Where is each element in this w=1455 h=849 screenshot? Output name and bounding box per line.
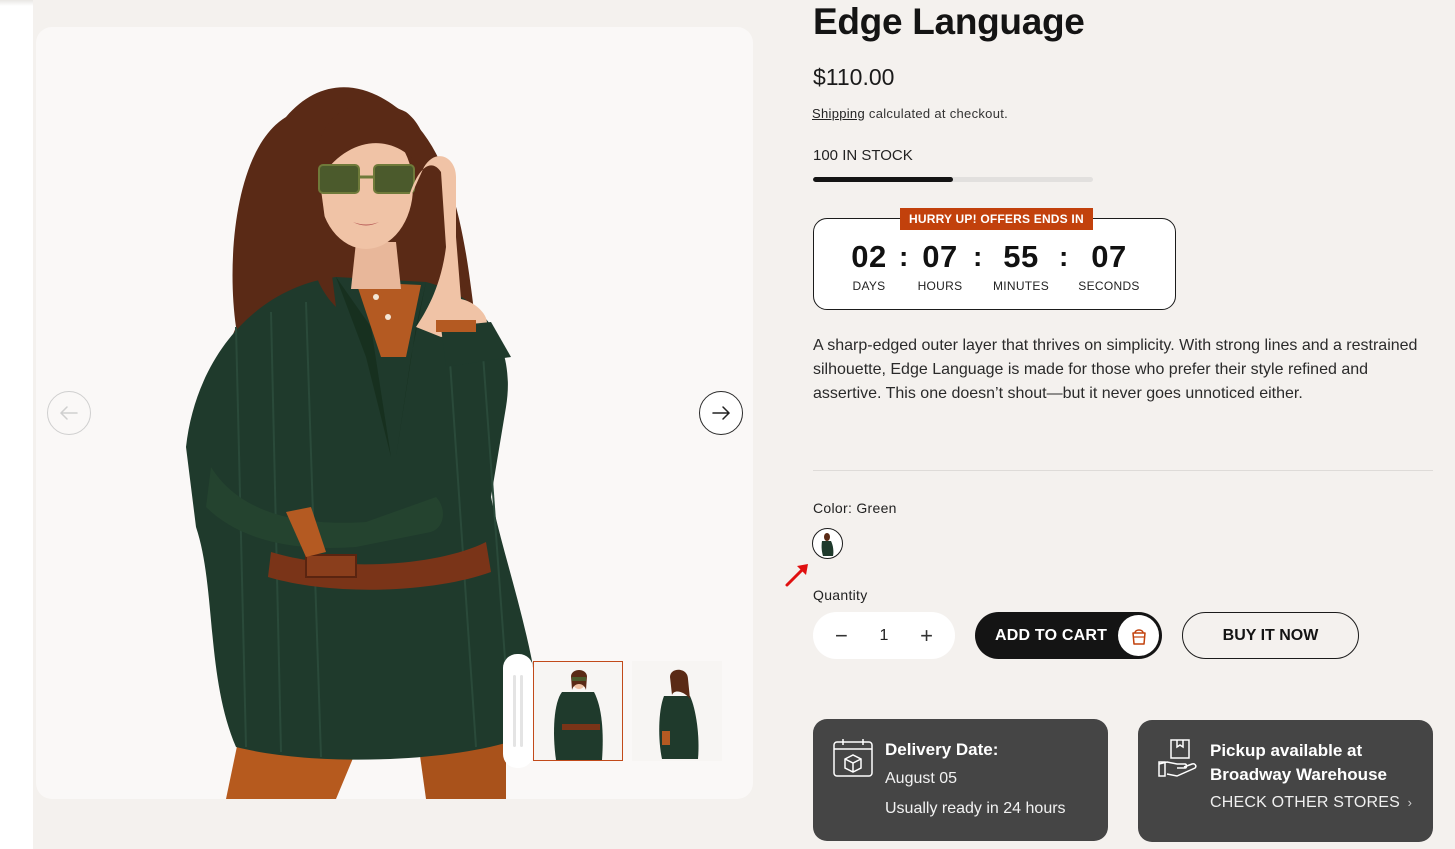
quantity-value[interactable]: 1 bbox=[880, 627, 889, 645]
cart-icon-circle bbox=[1118, 615, 1159, 656]
thumbnail-strip bbox=[503, 654, 722, 768]
check-other-stores-label: CHECK OTHER STORES bbox=[1210, 794, 1400, 811]
quantity-decrease-button[interactable]: − bbox=[835, 624, 848, 646]
product-description: A sharp-edged outer layer that thrives o… bbox=[813, 337, 1418, 402]
countdown-banner: HURRY UP! OFFERS ENDS IN bbox=[900, 208, 1093, 230]
pickup-title: Pickup available at Broadway Warehouse bbox=[1210, 741, 1387, 784]
delivery-note: Usually ready in 24 hours bbox=[885, 800, 1066, 817]
pickup-info-card: Pickup available at Broadway Warehouse C… bbox=[1138, 720, 1433, 842]
countdown-hours-label: HOURS bbox=[917, 279, 963, 293]
stock-progress-fill bbox=[813, 177, 953, 182]
arrow-right-icon bbox=[712, 406, 731, 420]
countdown-days-label: DAYS bbox=[852, 279, 886, 293]
countdown-separator: : bbox=[1059, 241, 1069, 272]
shipping-link[interactable]: Shipping bbox=[812, 106, 865, 121]
shipping-text: calculated at checkout. bbox=[865, 106, 1009, 121]
swatch-image bbox=[815, 531, 840, 556]
countdown-minutes-value: 55 bbox=[1003, 239, 1039, 274]
product-gallery bbox=[36, 27, 753, 799]
chevron-right-icon: › bbox=[1407, 795, 1413, 810]
thumbnail-1[interactable] bbox=[533, 661, 623, 761]
add-to-cart-button[interactable]: ADD TO CART bbox=[975, 612, 1162, 659]
countdown-hours-value: 07 bbox=[922, 239, 958, 274]
thumbnail-2[interactable] bbox=[632, 661, 722, 761]
delivery-title: Delivery Date: bbox=[885, 740, 999, 759]
delivery-date: August 05 bbox=[885, 770, 958, 787]
delivery-info-card: Delivery Date: August 05 Usually ready i… bbox=[813, 719, 1108, 841]
countdown-hours: 07 HOURS bbox=[914, 239, 966, 293]
countdown-minutes: 55 MINUTES bbox=[989, 239, 1053, 293]
quantity-label: Quantity bbox=[813, 587, 868, 603]
hand-package-icon bbox=[1158, 739, 1197, 777]
countdown-seconds-value: 07 bbox=[1091, 239, 1127, 274]
check-other-stores-link[interactable]: CHECK OTHER STORES › bbox=[1210, 794, 1412, 812]
countdown-separator: : bbox=[973, 241, 983, 272]
color-label: Color: Green bbox=[813, 500, 897, 516]
countdown-seconds: 07 SECONDS bbox=[1076, 239, 1142, 293]
calendar-box-icon bbox=[833, 739, 873, 777]
countdown-days: 02 DAYS bbox=[844, 239, 894, 293]
thumbnail-scroll-handle[interactable] bbox=[503, 654, 533, 768]
buy-it-now-button[interactable]: BUY IT NOW bbox=[1182, 612, 1359, 659]
product-title: Edge Language bbox=[813, 1, 1085, 42]
stock-status: 100 IN STOCK bbox=[813, 147, 913, 164]
thumbnail-image bbox=[554, 670, 603, 760]
red-pointer-arrow-icon bbox=[785, 564, 808, 587]
countdown-seconds-label: SECONDS bbox=[1078, 279, 1140, 293]
add-to-cart-label: ADD TO CART bbox=[995, 626, 1108, 644]
countdown-days-value: 02 bbox=[851, 239, 887, 274]
countdown-minutes-label: MINUTES bbox=[992, 279, 1050, 293]
shipping-note: Shipping calculated at checkout. bbox=[812, 106, 1008, 121]
quantity-increase-button[interactable]: + bbox=[920, 624, 933, 646]
section-divider bbox=[813, 470, 1433, 471]
offer-countdown: HURRY UP! OFFERS ENDS IN 02 DAYS : 07 HO… bbox=[813, 208, 1176, 310]
arrow-left-icon bbox=[59, 406, 78, 420]
prev-image-button[interactable] bbox=[47, 391, 91, 435]
stock-progress-bar bbox=[813, 177, 1093, 182]
thumbnail-image bbox=[659, 669, 699, 759]
product-price: $110.00 bbox=[813, 64, 895, 90]
next-image-button[interactable] bbox=[699, 391, 743, 435]
quantity-stepper: − 1 + bbox=[813, 612, 955, 659]
color-swatch-green[interactable] bbox=[812, 528, 843, 559]
countdown-separator: : bbox=[899, 241, 909, 272]
shopping-bag-icon bbox=[1131, 628, 1146, 645]
